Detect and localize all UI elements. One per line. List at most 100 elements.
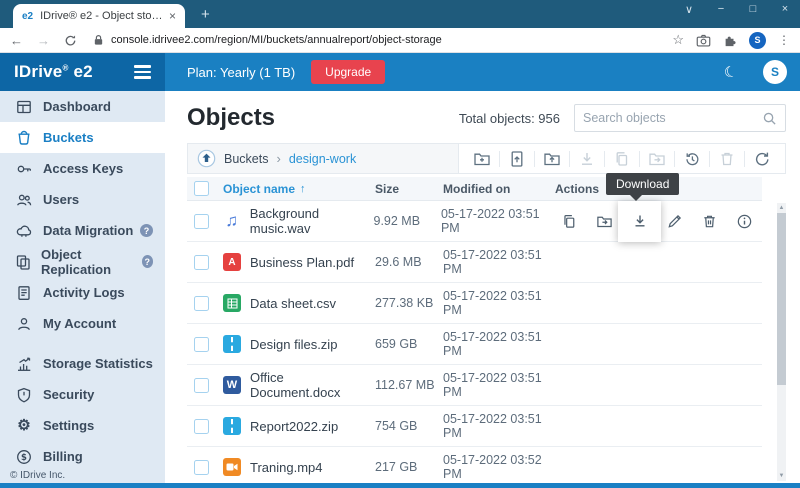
refresh-icon[interactable] [753, 150, 771, 168]
csv-file-icon [223, 294, 241, 312]
delete-toolbar-icon [718, 150, 736, 168]
sidebar-item-settings[interactable]: ⚙ Settings [0, 410, 165, 441]
window-maximize-icon[interactable]: □ [746, 3, 760, 16]
docx-file-icon: W [223, 376, 241, 394]
search-icon[interactable] [762, 111, 777, 126]
table-row[interactable]: WOffice Document.docx 112.67 MB 05-17-20… [187, 365, 762, 406]
create-folder-icon[interactable] [473, 150, 491, 168]
select-all-checkbox[interactable] [194, 181, 209, 196]
table-row[interactable]: Traning.mp4 217 GB 05-17-2022 03:52 PM [187, 447, 762, 484]
gear-icon: ⚙ [15, 417, 33, 435]
browser-tab[interactable]: e2 IDrive® e2 - Object storage × [13, 4, 185, 28]
bucket-home-icon[interactable] [197, 149, 216, 168]
table-row[interactable]: ABusiness Plan.pdf 29.6 MB 05-17-2022 03… [187, 242, 762, 283]
table-scrollbar[interactable]: ▲ ▼ [777, 203, 786, 481]
forward-icon[interactable]: → [37, 33, 50, 48]
screenshot-extension-icon[interactable] [696, 34, 711, 47]
shield-icon [15, 386, 33, 404]
sidebar-item-activity-logs[interactable]: Activity Logs [0, 277, 165, 308]
cloud-icon [15, 222, 33, 240]
table-row[interactable]: Data sheet.csv 277.38 KB 05-17-2022 03:5… [187, 283, 762, 324]
breadcrumb-toolbar: Buckets › design-work [187, 143, 786, 174]
object-toolbar [459, 144, 785, 173]
sidebar-item-storage-statistics[interactable]: Storage Statistics [0, 348, 165, 379]
favicon: e2 [22, 11, 33, 22]
move-toolbar-icon [648, 150, 666, 168]
row-checkbox[interactable] [194, 214, 209, 229]
sidebar-item-billing[interactable]: $ Billing [0, 441, 165, 472]
copy-toolbar-icon [613, 150, 631, 168]
bookmark-star-icon[interactable]: ☆ [672, 32, 684, 48]
lock-icon [93, 34, 104, 46]
reload-icon[interactable] [64, 34, 77, 47]
sidebar-item-access-keys[interactable]: Access Keys [0, 153, 165, 184]
url-text[interactable]: console.idrivee2.com/region/MI/buckets/a… [111, 34, 442, 46]
upload-folder-icon[interactable] [543, 150, 561, 168]
tab-close-icon[interactable]: × [169, 9, 176, 23]
sidebar-item-security[interactable]: Security [0, 379, 165, 410]
download-toolbar-icon [578, 150, 596, 168]
sidebar-item-object-replication[interactable]: Object Replication ? [0, 246, 165, 277]
back-icon[interactable]: ← [10, 33, 23, 48]
row-checkbox[interactable] [194, 296, 209, 311]
objects-table: Object name↑ Size Modified on Actions ♫B… [187, 177, 762, 484]
table-row[interactable]: ♫Background music.wav 9.92 MB 05-17-2022… [187, 201, 762, 242]
sidebar-item-buckets[interactable]: Buckets [0, 122, 165, 153]
breadcrumb-current[interactable]: design-work [289, 152, 356, 166]
users-icon [15, 191, 33, 209]
audio-file-icon: ♫ [223, 212, 241, 230]
download-action-icon[interactable] [622, 201, 657, 242]
sidebar-item-my-account[interactable]: My Account [0, 308, 165, 339]
extensions-puzzle-icon[interactable] [723, 33, 737, 47]
window-close-icon[interactable]: × [778, 3, 792, 16]
table-row[interactable]: Report2022.zip 754 GB 05-17-2022 03:51 P… [187, 406, 762, 447]
dashboard-icon [15, 98, 33, 116]
browser-profile-avatar[interactable]: S [749, 32, 766, 49]
sidebar-item-data-migration[interactable]: Data Migration ? [0, 215, 165, 246]
breadcrumb-root[interactable]: Buckets [224, 152, 268, 166]
column-size[interactable]: Size [375, 182, 443, 196]
sort-asc-icon: ↑ [300, 183, 306, 195]
table-row[interactable]: Design files.zip 659 GB 05-17-2022 03:51… [187, 324, 762, 365]
scrollbar-thumb[interactable] [777, 213, 786, 385]
window-menu-icon[interactable]: ∨ [682, 3, 696, 16]
row-checkbox[interactable] [194, 378, 209, 393]
help-badge-icon[interactable]: ? [142, 255, 153, 268]
account-avatar[interactable]: S [763, 60, 787, 84]
hamburger-menu-icon[interactable] [134, 65, 151, 78]
bottom-accent-bar [0, 483, 800, 488]
column-object-name[interactable]: Object name↑ [223, 182, 375, 196]
browser-menu-icon[interactable]: ⋮ [778, 33, 790, 47]
info-action-icon[interactable] [727, 201, 762, 242]
chart-icon [15, 355, 33, 373]
sidebar-item-dashboard[interactable]: Dashboard [0, 91, 165, 122]
window-minimize-icon[interactable]: − [714, 3, 728, 16]
row-checkbox[interactable] [194, 337, 209, 352]
upload-file-icon[interactable] [508, 150, 526, 168]
delete-action-icon[interactable] [692, 201, 727, 242]
pdf-file-icon: A [223, 253, 241, 271]
move-action-icon[interactable] [587, 201, 622, 242]
rename-action-icon[interactable] [657, 201, 692, 242]
sidebar-item-users[interactable]: Users [0, 184, 165, 215]
row-checkbox[interactable] [194, 419, 209, 434]
tab-title: IDrive® e2 - Object storage [40, 10, 163, 22]
page-title: Objects [187, 104, 275, 132]
row-checkbox[interactable] [194, 255, 209, 270]
upgrade-button[interactable]: Upgrade [311, 60, 385, 84]
main-content: Objects Total objects: 956 Buckets › des… [165, 91, 800, 484]
history-icon[interactable] [683, 150, 701, 168]
copy-action-icon[interactable] [552, 201, 587, 242]
column-modified[interactable]: Modified on [443, 182, 555, 196]
scroll-down-icon[interactable]: ▼ [779, 471, 785, 481]
new-tab-button[interactable]: + [201, 6, 210, 23]
scroll-up-icon[interactable]: ▲ [779, 203, 785, 213]
total-objects-label: Total objects: 956 [459, 111, 560, 126]
dark-mode-moon-icon[interactable]: ☾ [721, 62, 739, 83]
help-badge-icon[interactable]: ? [140, 224, 153, 237]
search-input[interactable] [583, 111, 762, 125]
replication-icon [15, 253, 31, 271]
app-header: IDrive® e2 Plan: Yearly (1 TB) Upgrade ☾… [0, 53, 800, 91]
row-checkbox[interactable] [194, 460, 209, 475]
plan-label: Plan: Yearly (1 TB) [187, 65, 295, 80]
